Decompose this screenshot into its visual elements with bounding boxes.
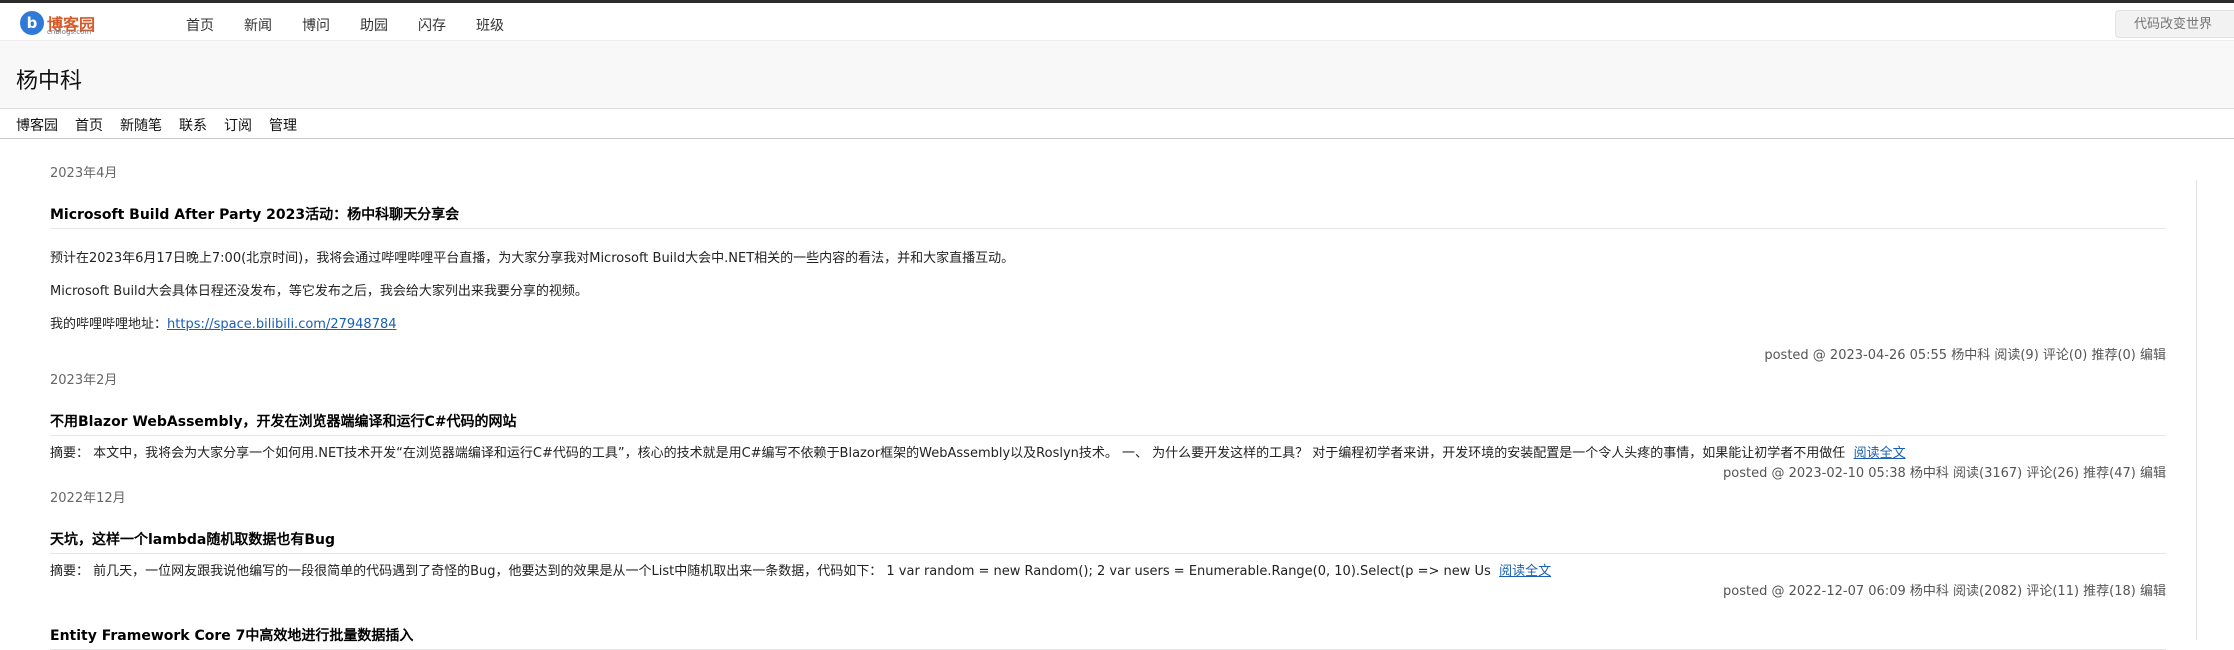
month-heading: 2023年2月: [50, 373, 118, 388]
read-more-link[interactable]: 阅读全文: [1499, 564, 1551, 579]
site-nav-support[interactable]: 助园: [360, 15, 388, 35]
blog-nav-home[interactable]: 首页: [75, 115, 103, 135]
site-nav-class[interactable]: 班级: [476, 15, 504, 35]
link-label: 我的哔哩哔哩地址：: [50, 317, 168, 332]
logo-subtext: cnblogs.com: [47, 28, 92, 36]
site-top-bar: b 博客园 cnblogs.com 首页 新闻 博问 助园 闪存 班级: [0, 0, 2234, 41]
sidebar-divider: [2196, 180, 2197, 640]
blog-nav-cnblogs[interactable]: 博客园: [16, 115, 58, 135]
post-footer: posted @ 2023-02-10 05:38 杨中科 阅读(3167) 评…: [1723, 466, 2166, 481]
cnblogs-logo-icon: b: [20, 11, 44, 35]
post-link-line: 我的哔哩哔哩地址：https://space.bilibili.com/2794…: [50, 313, 397, 332]
month-heading: 2023年4月: [50, 166, 118, 181]
summary-text: 摘要： 本文中，我将会为大家分享一个如何用.NET技术开发“在浏览器端编译和运行…: [50, 446, 1846, 461]
post-title[interactable]: 不用Blazor WebAssembly，开发在浏览器端编译和运行C#代码的网站: [50, 411, 2166, 436]
post-footer: posted @ 2023-04-26 05:55 杨中科 阅读(9) 评论(0…: [1764, 348, 2166, 363]
post-summary: 摘要： 本文中，我将会为大家分享一个如何用.NET技术开发“在浏览器端编译和运行…: [50, 442, 1906, 461]
post-summary: 摘要： 前几天，一位网友跟我说他编写的一段很简单的代码遇到了奇怪的Bug，他要达…: [50, 560, 1551, 579]
blog-nav-contact[interactable]: 联系: [179, 115, 207, 135]
summary-text: 摘要： 前几天，一位网友跟我说他编写的一段很简单的代码遇到了奇怪的Bug，他要达…: [50, 564, 1491, 579]
site-nav-home[interactable]: 首页: [186, 15, 214, 35]
post-paragraph: Microsoft Build大会具体日程还没发布，等它发布之后，我会给大家列出…: [50, 284, 588, 299]
blog-header: 杨中科: [0, 41, 2234, 109]
site-nav: 首页 新闻 博问 助园 闪存 班级: [186, 15, 534, 35]
site-nav-flash[interactable]: 闪存: [418, 15, 446, 35]
post-title[interactable]: 天坑，这样一个lambda随机取数据也有Bug: [50, 529, 2166, 554]
post-paragraph: 预计在2023年6月17日晚上7:00(北京时间)，我将会通过哔哩哔哩平台直播，…: [50, 251, 1015, 266]
bilibili-link[interactable]: https://space.bilibili.com/27948784: [167, 317, 397, 332]
blog-nav: 博客园 首页 新随笔 联系 订阅 管理: [0, 109, 2234, 139]
read-more-link[interactable]: 阅读全文: [1854, 446, 1906, 461]
cnblogs-logo[interactable]: b 博客园 cnblogs.com: [20, 9, 100, 37]
blog-title[interactable]: 杨中科: [16, 63, 82, 95]
site-nav-news[interactable]: 新闻: [244, 15, 272, 35]
post-footer: posted @ 2022-12-07 06:09 杨中科 阅读(2082) 评…: [1723, 584, 2166, 599]
month-heading: 2022年12月: [50, 491, 126, 506]
blog-nav-new-post[interactable]: 新随笔: [120, 115, 162, 135]
post-title[interactable]: Microsoft Build After Party 2023活动：杨中科聊天…: [50, 204, 2166, 229]
site-nav-qa[interactable]: 博问: [302, 15, 330, 35]
blog-nav-subscribe[interactable]: 订阅: [224, 115, 252, 135]
search-input[interactable]: [2115, 10, 2234, 38]
post-list: 2023年4月 Microsoft Build After Party 2023…: [0, 140, 2234, 650]
blog-nav-manage[interactable]: 管理: [269, 115, 297, 135]
